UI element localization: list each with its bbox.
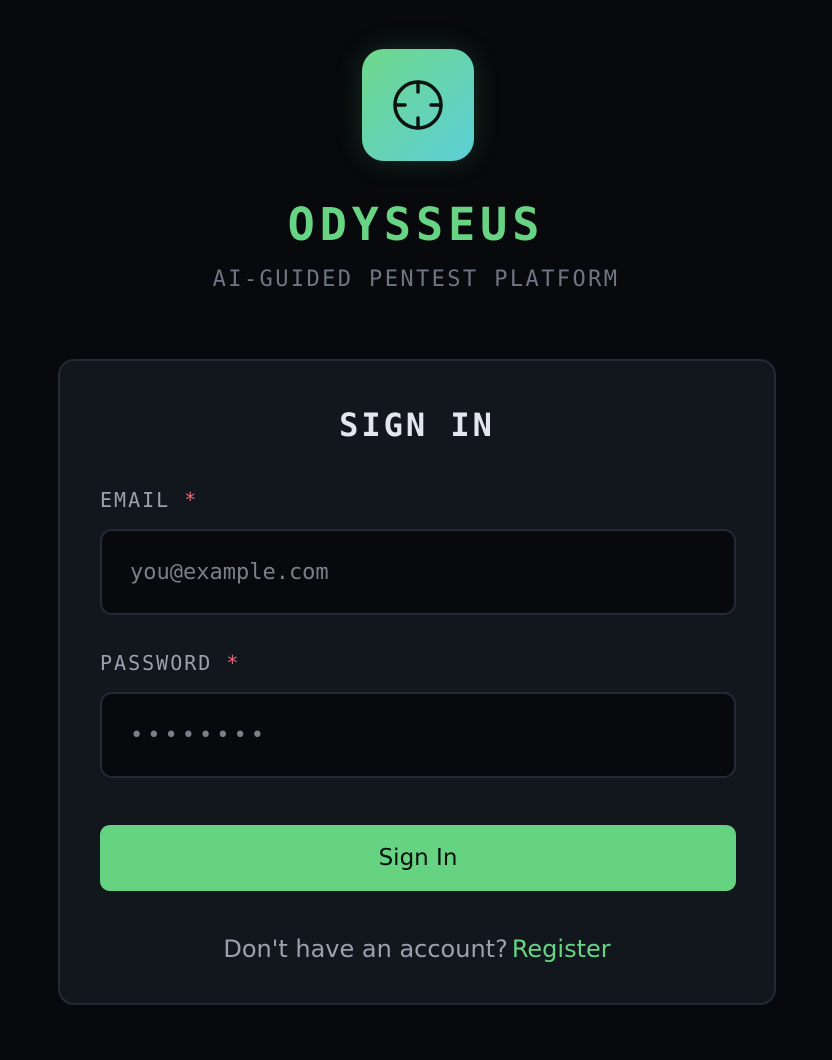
password-label-text: PASSWORD [100,651,213,675]
email-label: EMAIL * [100,487,198,513]
signin-card: SIGN IN EMAIL * PASSWORD * Sign In Don't h… [58,359,776,1005]
password-required-mark: * [226,651,241,675]
signin-title: SIGN IN [339,406,495,444]
brand-tagline: AI-GUIDED PENTEST PLATFORM [212,267,620,292]
email-required-mark: * [184,488,199,512]
crosshair-icon [393,80,443,130]
email-field[interactable] [100,529,736,615]
password-label: PASSWORD * [100,650,240,676]
logo [362,49,474,161]
password-field[interactable] [100,692,736,778]
brand-name: ODYSSEUS [287,198,545,251]
sign-in-button[interactable]: Sign In [100,825,736,891]
email-label-text: EMAIL [100,488,171,512]
register-prompt-row: Don't have an account? Register [60,933,774,965]
register-prompt: Don't have an account? [223,935,508,963]
register-link[interactable]: Register [512,935,611,963]
